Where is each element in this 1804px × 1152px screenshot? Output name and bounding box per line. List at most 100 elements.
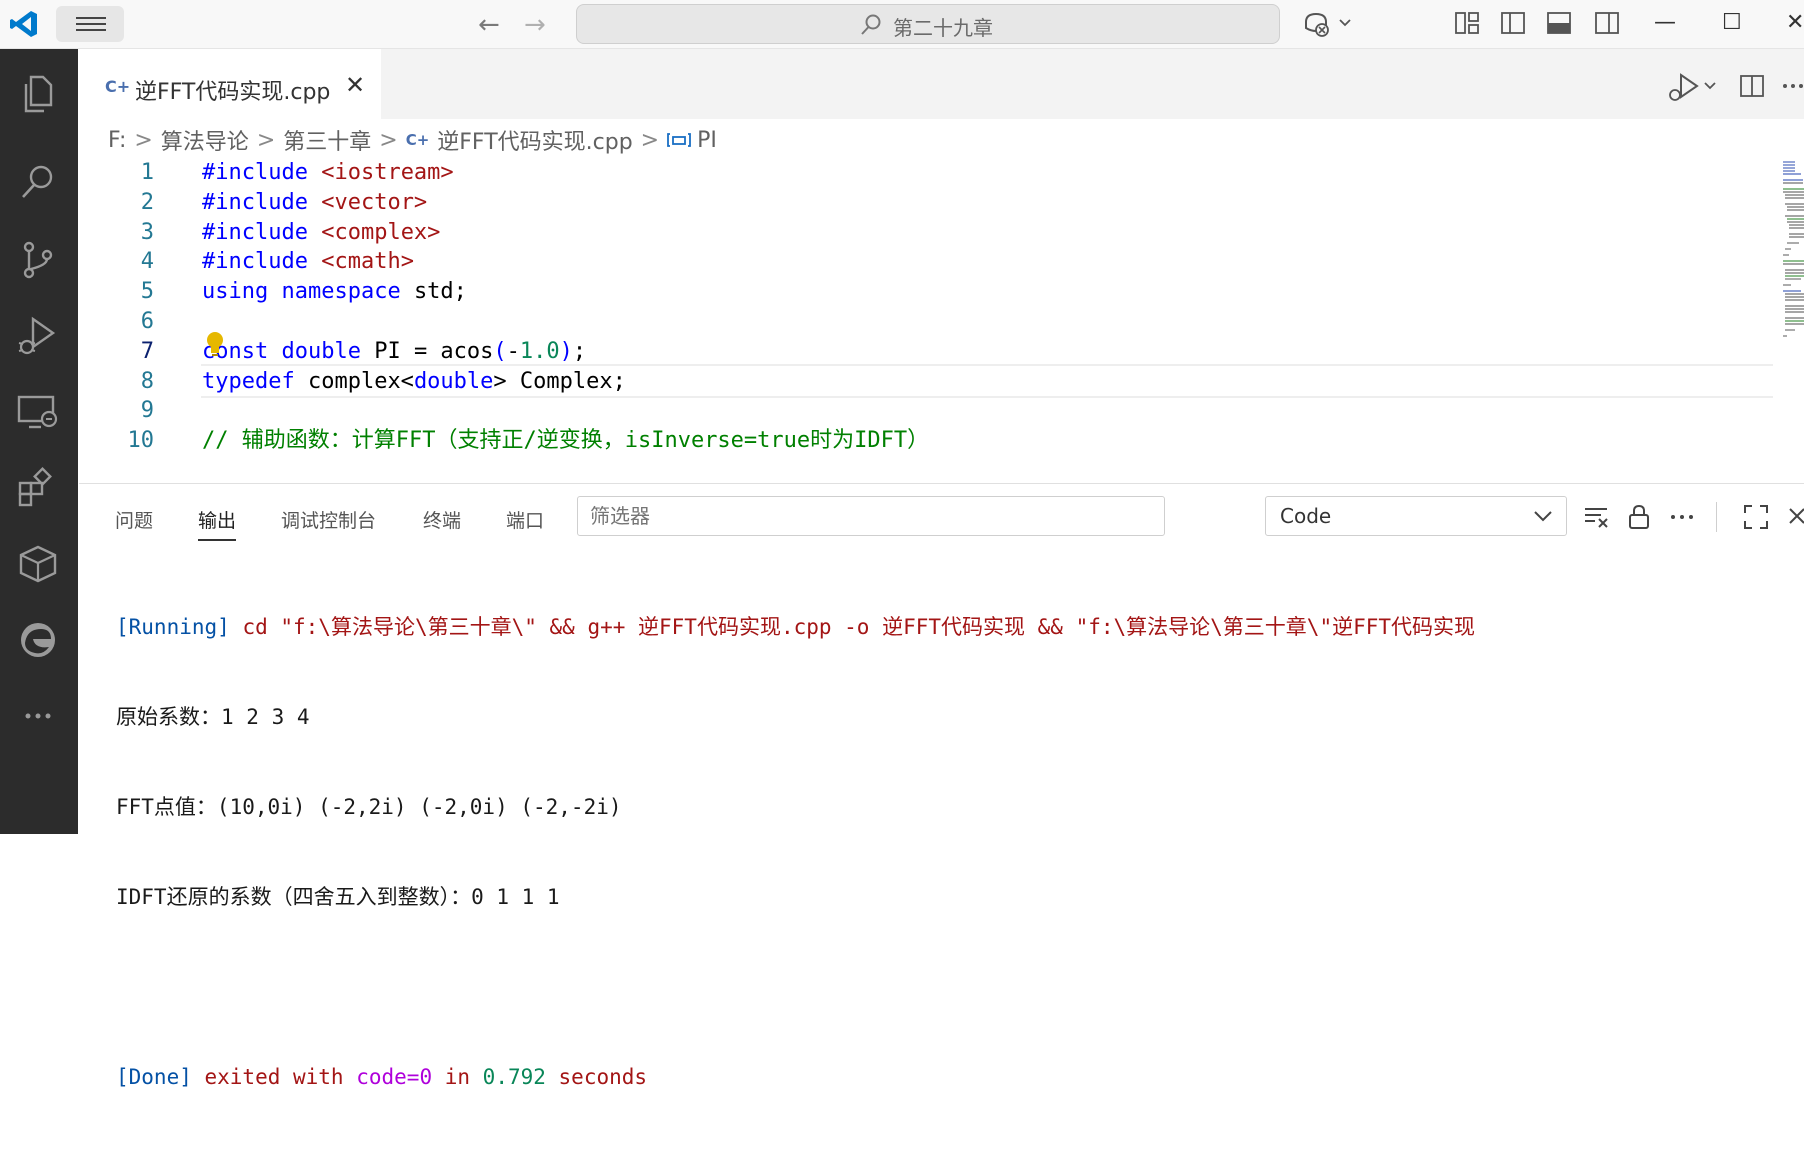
command-center-search[interactable]: 第二十九章 [576, 4, 1280, 44]
breadcrumb-folder-algorithms[interactable]: 算法导论 [161, 124, 249, 156]
maximize-button[interactable]: ☐ [1722, 10, 1742, 35]
breadcrumb-separator: > [256, 127, 276, 153]
back-arrow-icon[interactable]: ← [478, 10, 500, 40]
tab-close-icon[interactable]: ✕ [345, 71, 365, 99]
output-line: FFT点值：(10,0i) (-2,2i) (-2,0i) (-2,-2i) [116, 795, 622, 819]
application-menu-button[interactable] [56, 6, 124, 42]
customize-layout-icon[interactable] [1454, 10, 1480, 36]
edge-icon[interactable] [13, 615, 63, 665]
clear-output-icon[interactable] [1583, 504, 1611, 530]
code-token: #include [202, 160, 322, 185]
panel-more-icon[interactable] [1669, 504, 1695, 530]
run-debug-dropdown-icon[interactable] [1665, 73, 1721, 103]
code-token: ( [493, 338, 507, 364]
explorer-icon[interactable] [13, 69, 63, 119]
remote-explorer-icon[interactable] [13, 387, 63, 437]
code-line[interactable]: 10 // 辅助函数：计算FFT（支持正/逆变换，isInverse=true时为… [79, 424, 1699, 458]
search-icon [861, 14, 881, 35]
code-token: typedef [202, 368, 308, 394]
code-token: 1.0 [519, 338, 560, 364]
symbol-variable-icon [667, 133, 692, 147]
close-panel-icon[interactable] [1787, 504, 1804, 530]
code-token: <complex> [321, 219, 441, 245]
line-number: 10 [127, 428, 155, 454]
breadcrumb: F: > 算法导论 > 第三十章 > C+ 逆FFT代码实现.cpp > PI [108, 124, 717, 156]
output-line: IDFT还原的系数（四舍五入到整数）：0 1 1 1 [116, 885, 560, 909]
tab-label: 逆FFT代码实现.cpp [135, 80, 331, 105]
copilot-icon[interactable] [1302, 10, 1352, 38]
done-text: in [432, 1065, 483, 1089]
code-token: - [506, 338, 520, 364]
editor-tab-bar: C+ 逆FFT代码实现.cpp ✕ [79, 49, 1804, 119]
running-tag: [Running] [116, 615, 230, 639]
extensions-icon[interactable] [13, 463, 63, 513]
lightbulb-icon[interactable] [204, 330, 226, 358]
code-token: double [281, 338, 375, 364]
command-center-text: 第二十九章 [893, 16, 993, 40]
title-bar: ← → 第二十九章 — ☐ ✕ [0, 0, 1804, 49]
vscode-logo-icon [10, 11, 37, 37]
code-token: using [202, 279, 282, 305]
run-debug-icon[interactable] [13, 311, 63, 361]
maximize-panel-icon[interactable] [1743, 504, 1769, 530]
toggle-primary-sidebar-icon[interactable] [1500, 10, 1526, 36]
close-window-button[interactable]: ✕ [1786, 10, 1804, 35]
breadcrumb-drive[interactable]: F: [108, 128, 126, 153]
minimap[interactable] [1781, 158, 1804, 358]
breadcrumb-separator: > [640, 127, 660, 153]
done-time: 0.792 [482, 1065, 546, 1089]
toggle-panel-icon[interactable] [1546, 10, 1572, 36]
more-icon[interactable] [13, 691, 63, 741]
output-log: [Running] cd "f:\算法导论\第三十章\" && g++ 逆FFT… [116, 552, 1475, 1152]
packages-icon[interactable] [13, 539, 63, 589]
search-icon[interactable] [13, 157, 63, 207]
output-running-line: [Running] cd "f:\算法导论\第三十章\" && g++ 逆FFT… [116, 612, 1475, 642]
output-line: 原始系数：1 2 3 4 [116, 705, 310, 729]
done-exit-code: code=0 [356, 1065, 433, 1089]
tab-ports[interactable]: 端口 [506, 506, 544, 533]
done-tag: [Done] [116, 1065, 192, 1089]
code-token: std; [413, 279, 467, 305]
cpp-file-icon: C+ [105, 77, 131, 96]
split-editor-icon[interactable] [1739, 73, 1765, 99]
breadcrumb-symbol[interactable]: PI [697, 128, 717, 153]
output-channel-select[interactable]: Code [1265, 496, 1567, 536]
breadcrumb-separator: > [379, 127, 398, 153]
breadcrumb-file[interactable]: 逆FFT代码实现.cpp [437, 124, 632, 156]
code-token: <cmath> [321, 249, 414, 275]
code-token: <vector> [321, 189, 428, 215]
output-filter-input[interactable] [577, 496, 1165, 536]
code-token: ; [572, 338, 587, 364]
code-token: namespace [281, 279, 414, 305]
tab-output[interactable]: 输出 [198, 506, 237, 541]
tab-debug-console[interactable]: 调试控制台 [281, 506, 376, 533]
breadcrumb-folder-chapter[interactable]: 第三十章 [283, 124, 371, 156]
code-token: ) [559, 338, 573, 364]
tab-active-file[interactable]: C+ 逆FFT代码实现.cpp ✕ [79, 49, 381, 119]
lock-scroll-icon[interactable] [1627, 504, 1651, 530]
code-token: complex< [307, 368, 414, 394]
code-token: #include [202, 249, 322, 275]
bottom-panel: 问题 输出 调试控制台 终端 端口 Code [Running] cd "f:\… [79, 483, 1804, 1089]
breadcrumb-separator: > [134, 127, 153, 153]
more-actions-icon[interactable] [1781, 73, 1804, 99]
code-token: > Complex; [493, 368, 626, 394]
source-control-icon[interactable] [13, 235, 63, 285]
forward-arrow-icon[interactable]: → [524, 10, 546, 40]
chevron-down-icon [1534, 511, 1552, 522]
code-editor[interactable]: 1 #include <iostream> 2 #include <vector> 3 #… [79, 158, 1804, 483]
done-text: seconds [545, 1065, 648, 1089]
output-blank-line [116, 972, 1475, 1002]
cpp-file-icon: C+ [405, 131, 430, 149]
minimize-button[interactable]: — [1654, 10, 1676, 35]
tab-terminal[interactable]: 终端 [423, 506, 461, 533]
toggle-secondary-sidebar-icon[interactable] [1594, 10, 1620, 36]
panel-divider [1716, 502, 1717, 532]
running-command: cd "f:\算法导论\第三十章\" && g++ 逆FFT代码实现.cpp -… [229, 615, 1476, 639]
code-token: #include [202, 189, 322, 215]
tab-problems[interactable]: 问题 [115, 506, 153, 533]
code-text: // 辅助函数：计算FFT（支持正/逆变换，isInverse=true时为ID… [202, 424, 929, 458]
output-done-line: [Done] exited with code=0 in 0.792 secon… [116, 1062, 1475, 1092]
activity-bar [0, 49, 78, 834]
code-token: double [413, 368, 494, 394]
